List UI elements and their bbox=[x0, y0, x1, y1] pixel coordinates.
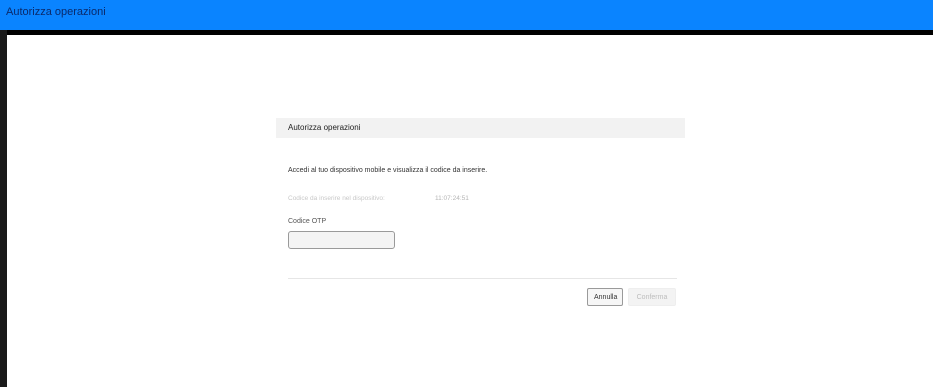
app-window: Autorizza operazioni Autorizza operazion… bbox=[0, 0, 933, 387]
device-code-label: Codice da inserire nel dispositivo: bbox=[288, 195, 385, 202]
otp-input[interactable] bbox=[288, 231, 395, 249]
instruction-text: Accedi al tuo dispositivo mobile e visua… bbox=[288, 167, 488, 174]
device-code-value: 11:07:24:51 bbox=[435, 195, 469, 202]
dialog-header: Autorizza operazioni bbox=[276, 118, 685, 138]
authorize-dialog: Autorizza operazioni Accedi al tuo dispo… bbox=[276, 118, 685, 318]
cancel-button[interactable]: Annulla bbox=[587, 288, 623, 306]
dialog-title: Autorizza operazioni bbox=[288, 123, 361, 132]
dialog-divider bbox=[288, 278, 677, 279]
window-titlebar: Autorizza operazioni bbox=[0, 0, 933, 30]
window-left-border bbox=[0, 30, 7, 387]
titlebar-border bbox=[0, 30, 933, 35]
otp-label: Codice OTP bbox=[288, 218, 327, 225]
window-title: Autorizza operazioni bbox=[6, 6, 106, 18]
confirm-button[interactable]: Conferma bbox=[628, 288, 676, 306]
